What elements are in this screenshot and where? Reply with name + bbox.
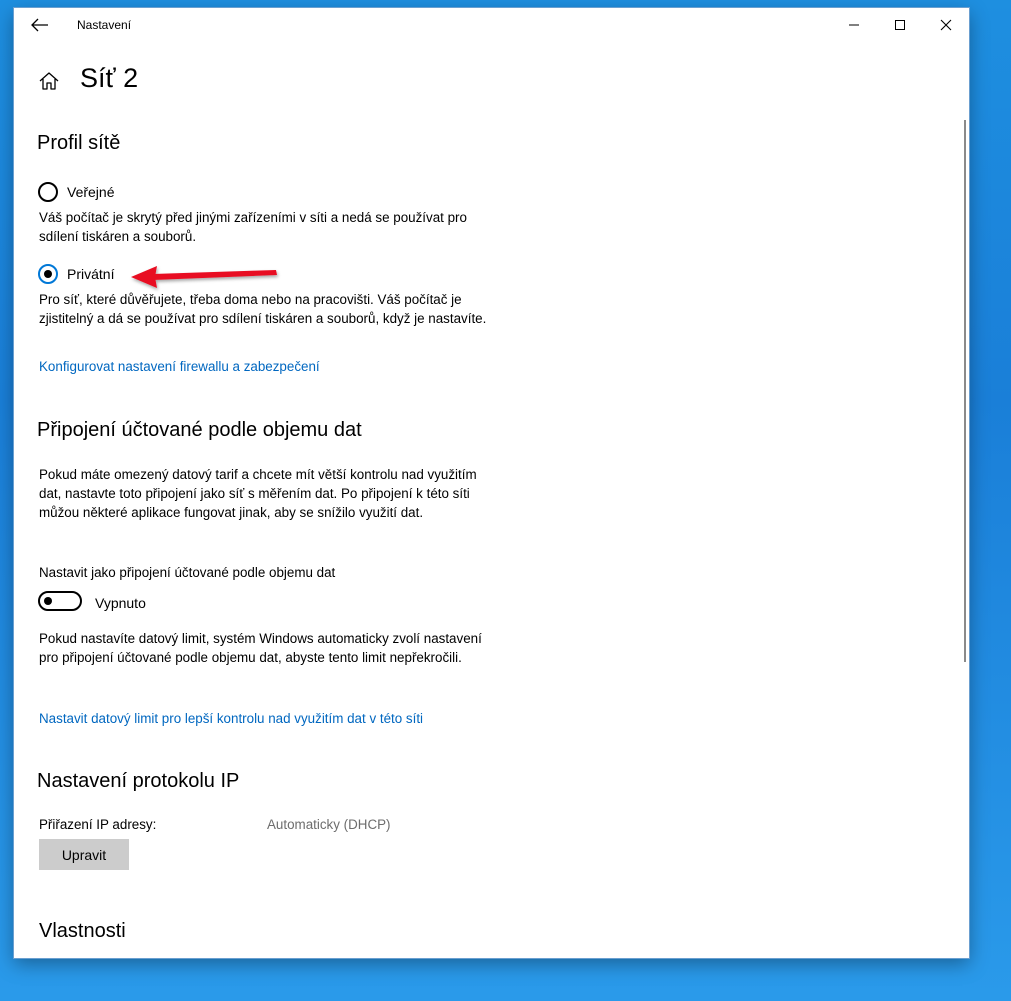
edit-ip-button[interactable]: Upravit xyxy=(39,839,129,870)
scrollbar[interactable] xyxy=(964,120,966,662)
ip-assignment-label: Přiřazení IP adresy: xyxy=(39,817,157,832)
properties-heading: Vlastnosti xyxy=(39,920,126,942)
home-button[interactable] xyxy=(38,70,60,92)
title-bar: Nastavení xyxy=(14,8,969,42)
data-limit-description: Pokud nastavíte datový limit, systém Win… xyxy=(39,631,482,665)
radio-public[interactable] xyxy=(38,182,58,202)
home-icon xyxy=(39,72,59,90)
maximize-button[interactable] xyxy=(877,8,923,42)
page-title: Síť 2 xyxy=(80,63,139,93)
metered-toggle[interactable] xyxy=(38,591,82,611)
back-button[interactable] xyxy=(30,16,50,34)
metered-description: Pokud máte omezený datový tarif a chcete… xyxy=(39,467,477,520)
radio-private[interactable] xyxy=(38,264,58,284)
data-limit-link[interactable]: Nastavit datový limit pro lepší kontrolu… xyxy=(39,711,423,726)
close-icon xyxy=(940,19,952,31)
minimize-icon xyxy=(849,24,859,26)
close-button[interactable] xyxy=(923,8,969,42)
metered-connection-heading: Připojení účtované podle objemu dat xyxy=(37,419,362,441)
minimize-button[interactable] xyxy=(831,8,877,42)
firewall-settings-link[interactable]: Konfigurovat nastavení firewallu a zabez… xyxy=(39,359,320,374)
ip-assignment-value: Automaticky (DHCP) xyxy=(267,817,391,832)
metered-toggle-state: Vypnuto xyxy=(95,595,146,611)
network-profile-heading: Profil sítě xyxy=(37,132,121,154)
ip-settings-heading: Nastavení protokolu IP xyxy=(37,770,240,792)
settings-window: Nastavení Síť 2 Profil sítě Veřejné Váš … xyxy=(14,8,969,958)
window-title: Nastavení xyxy=(77,18,132,32)
red-arrow-annotation xyxy=(131,266,277,288)
metered-toggle-label: Nastavit jako připojení účtované podle o… xyxy=(39,565,336,580)
back-arrow-icon xyxy=(31,18,48,32)
public-description: Váš počítač je skrytý před jinými zaříze… xyxy=(39,210,467,244)
maximize-icon xyxy=(895,20,905,30)
radio-private-label[interactable]: Privátní xyxy=(67,266,114,282)
radio-public-label[interactable]: Veřejné xyxy=(67,184,114,200)
